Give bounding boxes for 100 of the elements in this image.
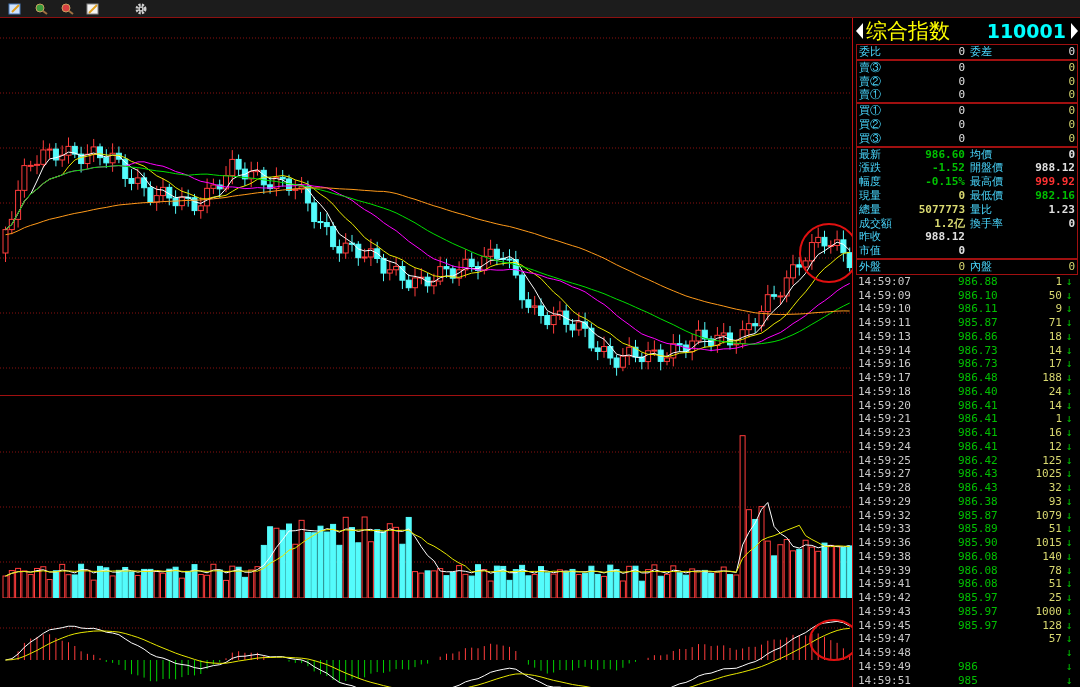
down-arrow: ↓ <box>1064 577 1074 591</box>
field-value: 988.12 <box>925 230 965 245</box>
tick-volume: 51 <box>1048 522 1062 536</box>
level-label: 賣① <box>859 88 881 103</box>
tick-time: 14:59:29 <box>858 494 912 509</box>
field-value: 0 <box>958 259 965 274</box>
field-label: 均價 <box>970 147 992 162</box>
level-price: 0 <box>958 104 965 118</box>
tick-time: 14:59:43 <box>858 604 912 619</box>
tick-time: 14:59:41 <box>858 577 912 591</box>
tick-price: 986.08 <box>958 563 998 577</box>
down-arrow: ↓ <box>1064 549 1074 564</box>
tick-price: 986.08 <box>958 549 998 563</box>
pencil-icon[interactable] <box>86 2 100 15</box>
index-code: 110001 <box>986 20 1066 42</box>
field-label: 昨收 <box>859 230 881 245</box>
down-arrow: ↓ <box>1064 426 1074 440</box>
tick-volume: 71 <box>1048 316 1062 329</box>
field-label: 現量 <box>859 188 881 203</box>
level-price: 0 <box>958 88 965 103</box>
down-arrow: ↓ <box>1064 288 1074 303</box>
tick-price: 986.73 <box>958 343 998 357</box>
tick-volume: 17 <box>1048 357 1062 371</box>
down-arrow: ↓ <box>1064 453 1074 468</box>
tick-time: 14:59:42 <box>858 591 912 605</box>
tick-time: 14:59:10 <box>858 302 912 316</box>
tick-volume: 51 <box>1048 577 1062 591</box>
down-arrow: ↓ <box>1064 302 1074 316</box>
down-arrow: ↓ <box>1064 646 1074 660</box>
tick-time: 14:59:09 <box>858 288 912 303</box>
tick-time: 14:59:23 <box>858 426 912 440</box>
down-arrow: ↓ <box>1064 618 1074 633</box>
tick-volume: 18 <box>1048 329 1062 343</box>
tick-price: 986.43 <box>958 467 998 481</box>
field-value: 0 <box>1068 216 1075 231</box>
tick-time: 14:59:11 <box>858 316 912 330</box>
down-arrow: ↓ <box>1064 632 1074 646</box>
down-arrow: ↓ <box>1064 384 1074 399</box>
field-value: 5077773 <box>918 202 965 217</box>
tick-time: 14:59:14 <box>858 343 912 358</box>
field-label: 最新 <box>859 147 881 162</box>
tick-time: 14:59:16 <box>858 357 912 371</box>
tick-volume: 12 <box>1048 439 1062 453</box>
field-value: 1.2亿 <box>934 216 965 231</box>
field-label: 內盤 <box>970 259 992 274</box>
tick-price: 986 <box>958 659 978 673</box>
level-price: 0 <box>958 60 965 75</box>
tick-time: 14:59:07 <box>858 274 912 289</box>
level-volume: 0 <box>1068 74 1075 89</box>
field-label: 總量 <box>859 202 881 217</box>
field-label: 量比 <box>970 202 992 217</box>
field-value: 0 <box>1068 147 1075 162</box>
field-label: 最高價 <box>970 175 1003 189</box>
level-volume: 0 <box>1068 60 1075 75</box>
down-arrow: ↓ <box>1064 591 1074 605</box>
down-arrow: ↓ <box>1064 439 1074 454</box>
tick-volume: 1025 <box>1035 467 1062 481</box>
tick-time: 14:59:24 <box>858 439 912 454</box>
field-label: 換手率 <box>970 216 1003 231</box>
tick-price: 986.42 <box>958 453 998 467</box>
level-label: 賣③ <box>859 60 881 75</box>
tick-time: 14:59:47 <box>858 632 912 646</box>
field-value: 0 <box>958 45 965 59</box>
tick-time: 14:59:32 <box>858 508 912 523</box>
tick-price: 985.87 <box>958 316 998 329</box>
down-arrow: ↓ <box>1064 343 1074 358</box>
field-value: -0.15% <box>925 175 965 189</box>
down-arrow: ↓ <box>1064 371 1074 385</box>
tick-price: 986.86 <box>958 329 998 343</box>
tick-price: 986.48 <box>958 371 998 384</box>
right-arrow-icon[interactable] <box>1071 23 1078 39</box>
left-arrow-icon[interactable] <box>856 23 863 39</box>
settings-icon[interactable] <box>134 2 148 15</box>
down-arrow: ↓ <box>1064 508 1074 523</box>
down-arrow: ↓ <box>1064 604 1074 619</box>
level-label: 買② <box>859 118 881 132</box>
tick-time: 14:59:39 <box>858 563 912 578</box>
level-price: 0 <box>958 131 965 146</box>
down-arrow: ↓ <box>1064 522 1074 536</box>
tick-price: 985.89 <box>958 522 998 536</box>
tick-price: 986.40 <box>958 384 998 398</box>
magnifier-icon[interactable] <box>60 2 74 15</box>
tick-time: 14:59:49 <box>858 659 912 674</box>
magnifier-icon[interactable] <box>34 2 48 15</box>
down-arrow: ↓ <box>1064 398 1074 413</box>
note-edit-icon[interactable] <box>8 2 22 15</box>
field-value: 982.16 <box>1035 188 1075 203</box>
tick-volume: 14 <box>1048 398 1062 412</box>
tick-time: 14:59:13 <box>858 329 912 344</box>
down-arrow: ↓ <box>1064 481 1074 495</box>
tick-price: 985.97 <box>958 618 998 632</box>
field-value: -1.52 <box>931 161 965 176</box>
tick-time: 14:59:18 <box>858 384 912 399</box>
down-arrow: ↓ <box>1064 536 1074 550</box>
tick-volume: 1079 <box>1035 508 1062 522</box>
tick-time: 14:59:33 <box>858 522 912 536</box>
tick-time: 14:59:21 <box>858 412 912 426</box>
index-name: 综合指数 <box>866 18 950 44</box>
field-label: 成交額 <box>859 216 892 231</box>
field-value: 986.60 <box>925 147 965 162</box>
